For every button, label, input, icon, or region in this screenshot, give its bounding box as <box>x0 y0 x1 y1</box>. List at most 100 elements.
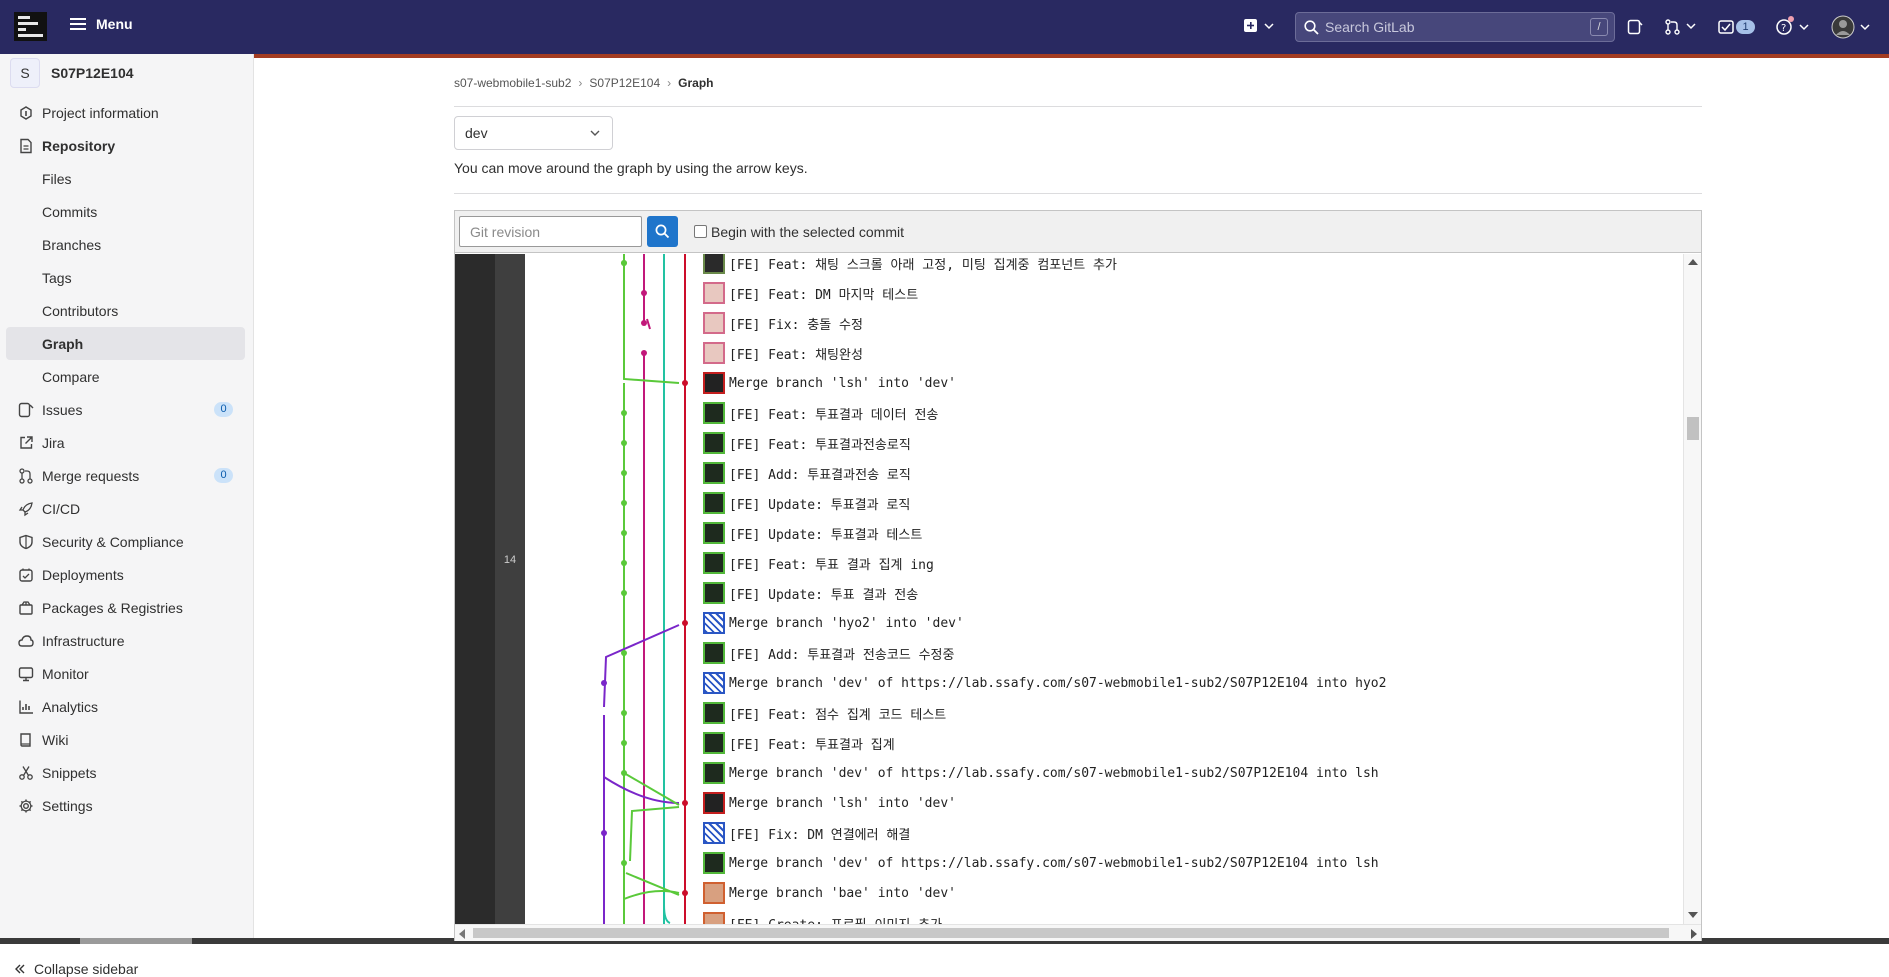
sidebar-item-graph[interactable]: Graph <box>6 327 245 360</box>
sidebar-item-analytics[interactable]: Analytics <box>0 690 254 723</box>
commit-dot[interactable] <box>621 470 627 476</box>
sidebar-item-monitor[interactable]: Monitor <box>0 657 254 690</box>
commit-dot[interactable] <box>621 440 627 446</box>
commit-message[interactable]: [FE] Add: 투표결과전송 로직 <box>729 464 911 483</box>
commit-dot[interactable] <box>621 740 627 746</box>
breadcrumb-current[interactable]: Graph <box>678 76 713 90</box>
commit-row[interactable]: [FE] Feat: DM 마지막 테스트 <box>703 281 918 305</box>
commit-dot[interactable] <box>621 860 627 866</box>
commit-row[interactable]: [FE] Feat: 투표결과 데이터 전송 <box>703 401 938 425</box>
commit-message[interactable]: [FE] Fix: DM 연결에러 해결 <box>729 824 910 843</box>
sidebar-item-repository[interactable]: Repository <box>0 129 254 162</box>
begin-with-selected-commit-checkbox[interactable] <box>694 225 707 238</box>
commit-message[interactable]: Merge branch 'lsh' into 'dev' <box>729 376 956 391</box>
collapse-sidebar-button[interactable]: Collapse sidebar <box>14 961 138 977</box>
commit-author-avatar[interactable] <box>703 882 725 904</box>
commit-author-avatar[interactable] <box>703 522 725 544</box>
merge-requests-nav-button[interactable] <box>1665 19 1699 35</box>
commit-author-avatar[interactable] <box>703 372 725 394</box>
commit-dot[interactable] <box>621 410 627 416</box>
commit-row[interactable]: [FE] Add: 투표결과 전송코드 수정중 <box>703 641 954 665</box>
commit-row[interactable]: [FE] Feat: 채팅완성 <box>703 341 863 365</box>
commit-row[interactable]: Merge branch 'dev' of https://lab.ssafy.… <box>703 851 1379 875</box>
sidebar-item-wiki[interactable]: Wiki <box>0 723 254 756</box>
window-scrollbar-thumb[interactable] <box>80 938 192 944</box>
graph-vertical-scrollbar[interactable] <box>1683 254 1701 924</box>
commit-author-avatar[interactable] <box>703 852 725 874</box>
commit-author-avatar[interactable] <box>703 702 725 724</box>
commit-row[interactable]: [FE] Fix: 충돌 수정 <box>703 311 863 335</box>
commit-message[interactable]: [FE] Feat: 투표결과 집계 <box>729 734 895 753</box>
sidebar-item-merge-requests[interactable]: Merge requests 0 <box>0 459 254 492</box>
commit-row[interactable]: [FE] Update: 투표결과 로직 <box>703 491 910 515</box>
commit-message[interactable]: [FE] Feat: DM 마지막 테스트 <box>729 284 918 303</box>
commit-row[interactable]: [FE] Feat: 투표결과전송로직 <box>703 431 911 455</box>
commit-dot[interactable] <box>682 620 688 626</box>
commit-author-avatar[interactable] <box>703 402 725 424</box>
commit-author-avatar[interactable] <box>703 432 725 454</box>
commit-row[interactable]: Merge branch 'dev' of https://lab.ssafy.… <box>703 761 1379 785</box>
commit-message[interactable]: [FE] Feat: 투표 결과 집계 ing <box>729 554 934 573</box>
user-menu[interactable] <box>1831 15 1875 39</box>
commit-dot[interactable] <box>601 680 607 686</box>
commit-dot[interactable] <box>641 350 647 356</box>
breadcrumb-project-link[interactable]: S07P12E104 <box>589 76 660 90</box>
graph-search-button[interactable] <box>647 216 678 247</box>
commit-message[interactable]: Merge branch 'hyo2' into 'dev' <box>729 616 964 631</box>
commit-author-avatar[interactable] <box>703 342 725 364</box>
commit-message[interactable]: [FE] Feat: 투표결과전송로직 <box>729 434 911 453</box>
sidebar-item-ci-cd[interactable]: CI/CD <box>0 492 254 525</box>
commit-dot[interactable] <box>621 710 627 716</box>
sidebar-item-branches[interactable]: Branches <box>0 228 254 261</box>
graph-vertical-scrollbar-thumb[interactable] <box>1687 417 1699 440</box>
commit-dot[interactable] <box>621 560 627 566</box>
sidebar-project-header[interactable]: S S07P12E104 <box>10 58 134 88</box>
commit-row[interactable]: [FE] Update: 투표 결과 전송 <box>703 581 918 605</box>
sidebar-item-settings[interactable]: Settings <box>0 789 254 822</box>
commit-message[interactable]: [FE] Fix: 충돌 수정 <box>729 314 863 333</box>
commit-dot[interactable] <box>641 290 647 296</box>
sidebar-item-contributors[interactable]: Contributors <box>0 294 254 327</box>
commit-author-avatar[interactable] <box>703 732 725 754</box>
commit-author-avatar[interactable] <box>703 642 725 664</box>
scroll-right-arrow-icon[interactable] <box>1691 929 1697 939</box>
sidebar-item-deployments[interactable]: Deployments <box>0 558 254 591</box>
commit-author-avatar[interactable] <box>703 612 725 634</box>
commit-author-avatar[interactable] <box>703 822 725 844</box>
commit-author-avatar[interactable] <box>703 672 725 694</box>
breadcrumb-group-link[interactable]: s07-webmobile1-sub2 <box>454 76 571 90</box>
search-box[interactable]: / <box>1295 12 1615 42</box>
commit-author-avatar[interactable] <box>703 312 725 334</box>
commit-message[interactable]: Merge branch 'bae' into 'dev' <box>729 886 956 901</box>
commit-message[interactable]: [FE] Create: 프로필 이미지 추가 <box>729 914 942 925</box>
todos-nav-button[interactable] <box>1718 20 1734 34</box>
sidebar-item-snippets[interactable]: Snippets <box>0 756 254 789</box>
commit-message[interactable]: [FE] Feat: 투표결과 데이터 전송 <box>729 404 938 423</box>
commit-row[interactable]: Merge branch 'lsh' into 'dev' <box>703 791 956 815</box>
graph-horizontal-scrollbar[interactable] <box>455 924 1701 941</box>
commit-message[interactable]: [FE] Feat: 채팅 스크롤 아래 고정, 미팅 집계중 컴포넌트 추가 <box>729 254 1117 273</box>
commit-message[interactable]: [FE] Feat: 채팅완성 <box>729 344 863 363</box>
commit-message[interactable]: Merge branch 'lsh' into 'dev' <box>729 796 956 811</box>
sidebar-item-project-information[interactable]: Project information <box>0 96 254 129</box>
commit-row[interactable]: [FE] Fix: DM 연결에러 해결 <box>703 821 910 845</box>
commit-dot[interactable] <box>682 890 688 896</box>
commit-row[interactable]: Merge branch 'bae' into 'dev' <box>703 881 956 905</box>
commit-dot[interactable] <box>601 830 607 836</box>
commit-dot[interactable] <box>621 590 627 596</box>
gitlab-logo[interactable] <box>14 12 47 41</box>
commit-author-avatar[interactable] <box>703 282 725 304</box>
menu-button[interactable]: Menu <box>70 16 133 32</box>
sidebar-item-commits[interactable]: Commits <box>0 195 254 228</box>
commit-author-avatar[interactable] <box>703 792 725 814</box>
issues-nav-button[interactable] <box>1627 19 1643 35</box>
commit-row[interactable]: [FE] Feat: 투표 결과 집계 ing <box>703 551 934 575</box>
commit-dot[interactable] <box>682 380 688 386</box>
sidebar-item-jira[interactable]: Jira <box>0 426 254 459</box>
scroll-down-arrow-icon[interactable] <box>1688 912 1698 918</box>
commit-message[interactable]: [FE] Add: 투표결과 전송코드 수정중 <box>729 644 954 663</box>
commit-dot[interactable] <box>621 530 627 536</box>
graph-canvas[interactable]: 14 [FE] Feat: 채팅 스크롤 아래 고정, 미팅 집계중 컴포넌트 … <box>455 254 1701 924</box>
commit-row[interactable]: [FE] Update: 투표결과 테스트 <box>703 521 922 545</box>
commit-message[interactable]: [FE] Feat: 점수 집계 코드 테스트 <box>729 704 946 723</box>
